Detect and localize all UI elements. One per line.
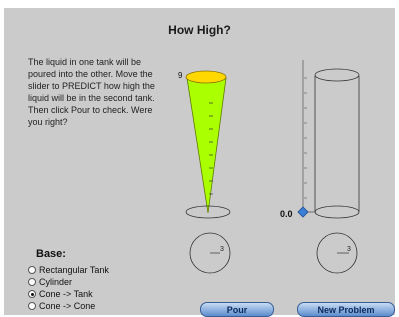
radio-button[interactable] xyxy=(28,290,36,298)
source-gauge: 3 xyxy=(189,232,231,274)
cylinder-base xyxy=(314,205,360,219)
base-option-cone-cone[interactable]: Cone -> Cone xyxy=(28,300,109,312)
new-problem-button[interactable]: New Problem xyxy=(297,302,395,317)
base-option-cylinder[interactable]: Cylinder xyxy=(28,276,109,288)
cone-liquid xyxy=(186,77,227,214)
radio-label: Cylinder xyxy=(39,277,73,287)
radio-label: Cone -> Cone xyxy=(39,301,96,311)
svg-text:3: 3 xyxy=(220,246,224,253)
source-cone-tank xyxy=(185,70,231,219)
app-window: How High? The liquid in one tank will be… xyxy=(4,8,395,317)
base-option-cone-tank[interactable]: Cone -> Tank xyxy=(28,288,109,300)
base-option-rectangular-tank[interactable]: Rectangular Tank xyxy=(28,264,109,276)
svg-text:3: 3 xyxy=(347,246,351,253)
target-gauge: 3 xyxy=(316,232,358,274)
pour-button[interactable]: Pour xyxy=(200,302,274,317)
radio-button[interactable] xyxy=(28,302,36,310)
cylinder-top xyxy=(314,68,360,82)
slider-ticks xyxy=(304,77,307,199)
slider-value: 0.0 xyxy=(280,209,293,219)
cone-liquid-top xyxy=(185,70,227,84)
radio-label: Cone -> Tank xyxy=(39,289,93,299)
target-cylinder-tank xyxy=(314,68,360,219)
radio-button[interactable] xyxy=(28,266,36,274)
base-options: Rectangular Tank Cylinder Cone -> Tank C… xyxy=(28,264,109,312)
radio-label: Rectangular Tank xyxy=(39,265,109,275)
prediction-slider[interactable] xyxy=(297,60,316,218)
slider-handle[interactable] xyxy=(297,206,309,218)
cone-max-label: 9 xyxy=(178,71,183,80)
base-heading: Base: xyxy=(36,248,66,260)
radio-button[interactable] xyxy=(28,278,36,286)
